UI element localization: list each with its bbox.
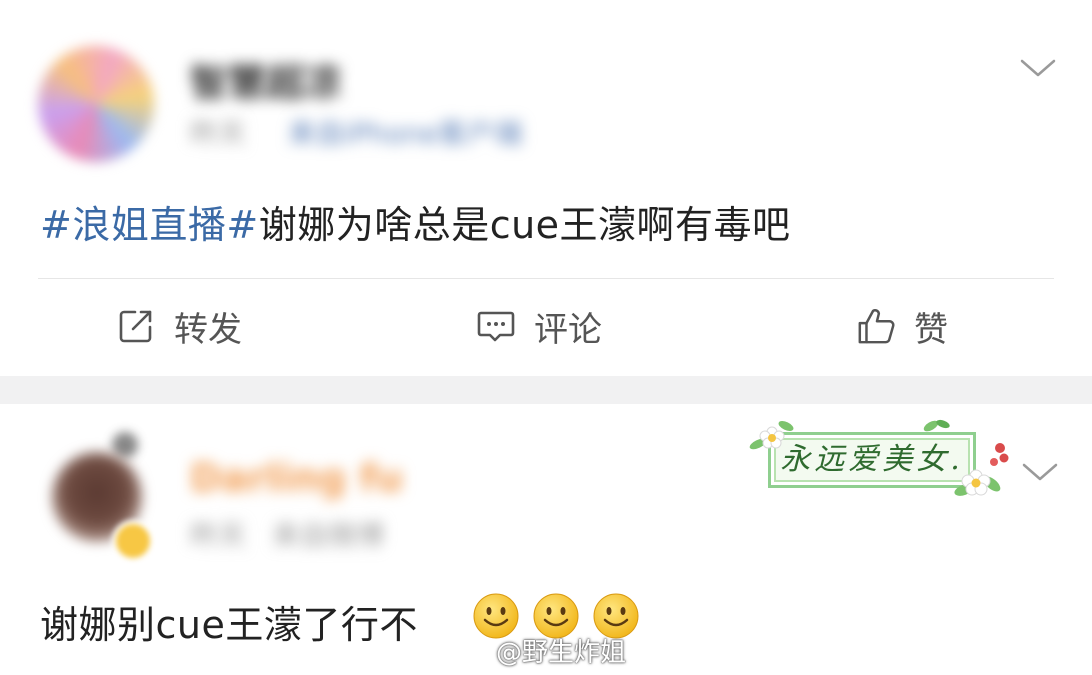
repost-icon [116,306,156,346]
repost-button[interactable]: 转发 [116,300,242,352]
author-name[interactable]: Darling fu [190,456,403,500]
sticker-badge: 永远爱美女. [746,414,1012,506]
divider [38,278,1054,279]
comment-button[interactable]: 评论 [476,300,602,352]
like-button[interactable]: 赞 [856,300,948,352]
topic-link[interactable]: #浪姐直播# [40,203,259,247]
chevron-down-icon[interactable] [1022,462,1058,482]
comment-icon [476,306,516,346]
feed-separator [0,376,1092,404]
post-text: 谢娜为啥总是cue王濛啊有毒吧 [258,203,791,247]
post-time: 昨天 [190,117,247,150]
post-time: 昨天 [190,519,247,552]
leaf-icon [923,419,950,432]
chevron-down-icon[interactable] [1020,58,1056,78]
post-source: 来自微博 [272,519,385,552]
comment-label: 评论 [534,309,602,350]
author-name[interactable]: 智慧超凉 [190,52,342,107]
watermark: @野生炸姐 [456,632,626,669]
avatar[interactable] [38,46,154,162]
post-text: 谢娜别cue王濛了行不 [40,603,418,647]
verified-badge-icon [112,520,154,562]
feed-post: 智慧超凉 昨天 来自iPhone客户端 #浪姐直播#谢娜为啥总是cue王濛啊有毒… [0,0,1092,376]
flower-icon [749,421,794,450]
flower-icon [954,443,1009,496]
repost-label: 转发 [174,309,242,350]
like-label: 赞 [914,309,948,350]
weibo-logo-icon [456,639,491,664]
watermark-text: @野生炸姐 [496,638,627,668]
like-icon [856,306,896,346]
decoration-dot [112,432,138,458]
post-body: #浪姐直播#谢娜为啥总是cue王濛啊有毒吧 [40,194,791,249]
post-source: 来自iPhone客户端 [288,117,523,150]
sticker-text: 永远爱美女. [780,442,964,477]
